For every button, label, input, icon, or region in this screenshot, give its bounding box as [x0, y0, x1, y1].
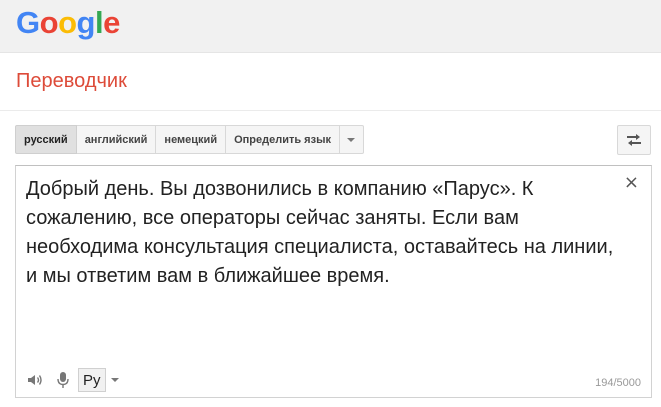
microphone-icon [57, 372, 69, 388]
product-bar: Переводчик [0, 53, 661, 111]
lang-button-german[interactable]: немецкий [156, 125, 227, 154]
voice-input-button[interactable] [52, 368, 74, 392]
listen-button[interactable] [24, 368, 46, 392]
source-language-bar: русский английский немецкий Определить я… [15, 125, 364, 154]
swap-languages-button[interactable] [617, 125, 651, 155]
logo-letter: l [94, 5, 104, 40]
logo-letter: o [58, 5, 77, 40]
chevron-down-icon [347, 137, 356, 142]
source-text-box[interactable]: Добрый день. Вы дозвонились в компанию «… [15, 165, 652, 398]
lang-button-detect[interactable]: Определить язык [226, 125, 340, 154]
logo-letter: e [103, 5, 120, 40]
top-bar: Google [0, 0, 661, 53]
lang-button-english[interactable]: английский [76, 125, 157, 154]
product-title[interactable]: Переводчик [16, 70, 127, 93]
swap-icon [627, 134, 641, 146]
character-count: 194/5000 [595, 377, 641, 389]
lang-button-russian[interactable]: русский [15, 125, 77, 154]
input-tools-dropdown[interactable] [110, 368, 119, 392]
google-logo[interactable]: Google [16, 5, 120, 41]
more-languages-button[interactable] [339, 125, 364, 154]
logo-letter: g [76, 5, 96, 40]
input-tools: Ру [24, 367, 119, 393]
source-text[interactable]: Добрый день. Вы дозвонились в компанию «… [26, 175, 616, 291]
chevron-down-icon [110, 378, 119, 382]
logo-letter: G [16, 5, 40, 40]
logo-letter: o [39, 5, 59, 40]
speaker-icon [28, 375, 42, 385]
input-tools-button[interactable]: Ру [78, 368, 106, 392]
close-icon[interactable]: × [624, 174, 639, 192]
